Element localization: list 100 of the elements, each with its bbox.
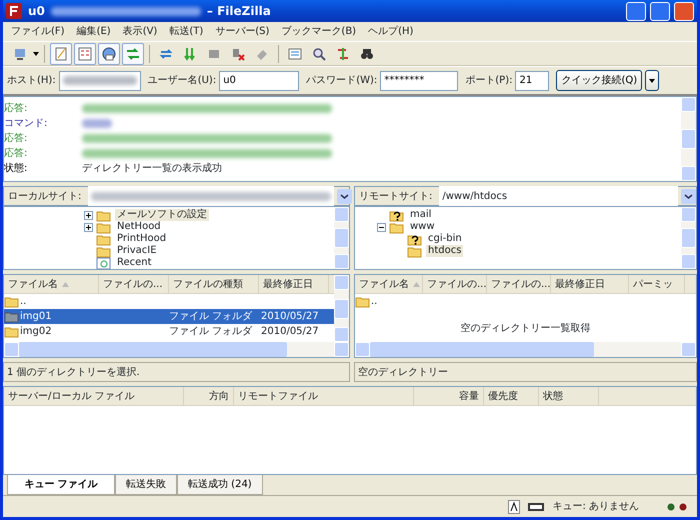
column-header[interactable]: 容量 [414, 387, 484, 405]
file-row[interactable]: .. [355, 294, 696, 309]
column-header[interactable]: ファイルの... [423, 275, 487, 293]
activity-lights-icon [667, 502, 689, 510]
menu-item[interactable]: 転送(T) [165, 24, 208, 39]
column-header: ファイルの... [491, 278, 551, 292]
transfer-icon [125, 46, 141, 62]
menu-item[interactable]: 編集(E) [72, 24, 115, 39]
file-row[interactable]: .. [4, 294, 334, 309]
tree-item[interactable]: メールソフトの設定 [115, 209, 209, 221]
unknown-folder-icon [407, 232, 423, 246]
tree-item[interactable]: htdocs [426, 245, 464, 257]
caret-icon [33, 52, 39, 56]
expander-icon[interactable] [84, 222, 93, 232]
tree-item[interactable]: cgi-bin [426, 233, 464, 245]
plus-icon [85, 224, 92, 231]
file-row[interactable]: img02 ファイル フォルダ 2010/05/27 [4, 324, 334, 339]
file-row[interactable]: img01 ファイル フォルダ 2010/05/27 [4, 309, 334, 324]
queue-status: キュー: ありません [552, 500, 639, 514]
port-label: ポート(P): [465, 74, 512, 88]
column-header: ファイルの... [427, 278, 487, 292]
filter-icon [287, 46, 303, 62]
folder-icon [96, 232, 112, 246]
folder-icon [96, 208, 112, 222]
text-mode-icon [508, 500, 520, 514]
status-label: 状態: [4, 162, 28, 176]
username-label: ユーザー名(U): [148, 74, 216, 88]
column-header[interactable]: ファイル名 [4, 275, 99, 293]
username-field[interactable]: u0 [219, 70, 300, 90]
minimize-button[interactable] [626, 2, 646, 20]
unknown-folder-icon [389, 208, 405, 222]
dropdown-button[interactable] [645, 70, 660, 91]
port-field[interactable]: 21 [515, 70, 550, 90]
tree-item[interactable]: www [408, 221, 437, 233]
quickconnect-button[interactable]: クイック接続(Q) [556, 70, 642, 91]
tab[interactable]: キュー ファイル [7, 475, 115, 495]
expander-icon[interactable] [84, 210, 93, 220]
command-label: コマンド: [4, 117, 48, 131]
expander-icon[interactable] [377, 222, 386, 232]
caret-icon [649, 78, 656, 82]
column-header[interactable]: 最終修正日 [551, 275, 629, 293]
column-header[interactable]: パーミッ [629, 275, 685, 293]
password-field[interactable]: ******** [380, 70, 458, 90]
file-name: img01 [20, 310, 52, 324]
file-type: ファイル フォルダ [169, 310, 254, 324]
maximize-button[interactable] [650, 2, 670, 20]
column-header[interactable]: リモートファイル [234, 387, 414, 405]
column-header: 最終修正日 [263, 278, 313, 292]
column-header[interactable]: 最終修正日 [259, 275, 329, 293]
column-header[interactable]: ファイル名 [355, 275, 423, 293]
scrollbar[interactable] [4, 342, 349, 357]
tree-item[interactable]: PrivacIE [115, 245, 159, 257]
search-icon [311, 46, 327, 62]
response-label: 応答: [4, 132, 28, 146]
tree-item[interactable]: Recent [115, 257, 154, 269]
response-label: 応答: [4, 146, 28, 161]
scrollbar[interactable] [681, 97, 696, 181]
scrollbar[interactable] [681, 207, 696, 269]
column-header[interactable]: サーバー/ローカル ファイル [4, 387, 184, 405]
toolbar-button[interactable] [50, 42, 72, 64]
globe-icon [101, 46, 117, 62]
column-header: ファイルの... [103, 278, 163, 292]
column-header: 最終修正日 [555, 278, 605, 292]
scrollbar[interactable] [334, 275, 349, 342]
tree-item[interactable]: PrintHood [115, 233, 168, 245]
scrollbar[interactable] [334, 207, 349, 269]
directory-status: 空のディレクトリー [354, 362, 697, 382]
column-header[interactable]: 方向 [184, 387, 234, 405]
tree-item[interactable]: NetHood [115, 221, 163, 233]
host-field[interactable] [58, 70, 141, 90]
sort-arrow-icon [413, 282, 420, 286]
empty-message: 空のディレクトリー一覧取得 [460, 322, 592, 336]
plus-icon [85, 212, 92, 219]
log-icon [53, 46, 69, 62]
folder-icon [4, 310, 20, 323]
file-name: img02 [20, 325, 52, 339]
tab[interactable]: 転送成功 (24) [177, 475, 263, 495]
menu-item[interactable]: 表示(V) [118, 24, 162, 39]
column-header[interactable]: ファイルの... [99, 275, 169, 293]
selection-status: 1 個のディレクトリーを選択. [3, 362, 350, 382]
column-header[interactable]: ファイルの... [487, 275, 551, 293]
column-header[interactable]: ファイルの種類 [169, 275, 259, 293]
menu-item[interactable]: サーバー(S) [211, 24, 274, 39]
menu-item[interactable]: ヘルプ(H) [364, 24, 418, 39]
column-header[interactable]: 状態 [539, 387, 599, 405]
menu-item[interactable]: ファイル(F) [7, 24, 69, 39]
column-header: パーミッ [633, 278, 673, 292]
menu-item[interactable]: ブックマーク(B) [277, 24, 360, 39]
close-button[interactable] [674, 2, 694, 20]
toolbar-button[interactable] [74, 42, 96, 64]
tree-item[interactable]: mail [408, 209, 434, 221]
scrollbar[interactable] [355, 342, 696, 357]
file-name: .. [20, 295, 26, 309]
response-label: 応答: [4, 102, 28, 116]
binary-icon [528, 502, 544, 510]
tab[interactable]: 転送失敗 [115, 475, 177, 495]
toolbar-button[interactable] [98, 42, 120, 64]
log-message: ディレクトリー一覧の表示成功 [82, 162, 222, 176]
folder-icon [96, 244, 112, 258]
column-header[interactable]: 優先度 [484, 387, 539, 405]
